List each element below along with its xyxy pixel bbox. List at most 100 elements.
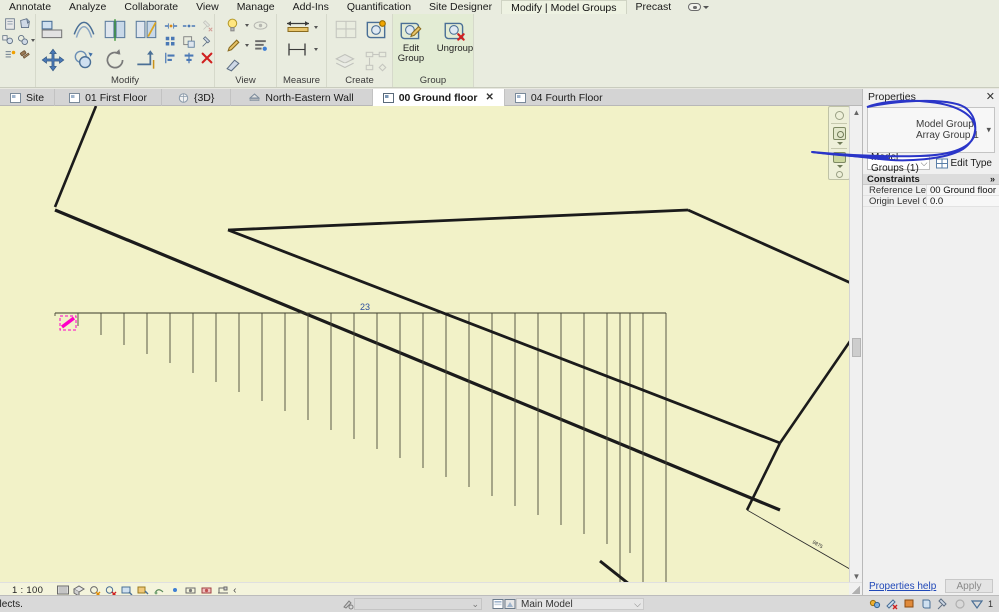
- resize-grip-icon[interactable]: [852, 586, 860, 594]
- create-group-icon[interactable]: [363, 17, 389, 43]
- split-element-icon[interactable]: [164, 19, 178, 33]
- view-tab-04-fourth-floor[interactable]: 04 Fourth Floor: [505, 89, 613, 106]
- match-type-icon[interactable]: [1, 33, 15, 47]
- steering-wheel-icon[interactable]: [835, 111, 844, 120]
- view-tab-3d[interactable]: {3D}: [162, 89, 232, 106]
- navigation-bar[interactable]: [828, 106, 850, 180]
- linework-icon[interactable]: [16, 33, 30, 47]
- ribbon-tab-annotate[interactable]: Annotate: [0, 0, 60, 14]
- visual-style-icon[interactable]: [73, 584, 86, 597]
- crop-view-icon[interactable]: [137, 585, 149, 596]
- trim-extend-icon[interactable]: [133, 47, 159, 73]
- ribbon-tab-manage[interactable]: Manage: [228, 0, 284, 14]
- create-similar-icon[interactable]: [333, 17, 359, 43]
- pan-icon[interactable]: [833, 152, 846, 163]
- ribbon-tab-modify-model-groups[interactable]: Modify | Model Groups: [501, 0, 627, 14]
- expand-chevron-icon[interactable]: ‹: [233, 585, 236, 596]
- view-tab-north-eastern-wall[interactable]: North-Eastern Wall: [231, 89, 373, 106]
- rendering-dialog-icon[interactable]: [121, 585, 133, 596]
- type-selector[interactable]: Model Group Array Group 1 ▾: [867, 107, 995, 153]
- paint-icon[interactable]: [18, 17, 32, 31]
- chevron-down-icon[interactable]: ▾: [986, 125, 991, 136]
- ribbon-tab-addins[interactable]: Add-Ins: [284, 0, 338, 14]
- scale-icon[interactable]: [182, 35, 196, 49]
- editable-only-icon[interactable]: [886, 598, 898, 610]
- move-icon[interactable]: [40, 47, 66, 73]
- drag-elements-icon[interactable]: [970, 598, 984, 610]
- sun-path-icon[interactable]: [89, 585, 101, 596]
- property-value[interactable]: 0.0: [927, 196, 999, 207]
- vertical-scroll-thumb[interactable]: [852, 338, 861, 357]
- delete-icon[interactable]: [200, 51, 214, 65]
- ribbon-tab-quantification[interactable]: Quantification: [338, 0, 420, 14]
- view-tab-01-first-floor[interactable]: 01 First Floor: [55, 89, 162, 106]
- ribbon-tab-site-designer[interactable]: Site Designer: [420, 0, 501, 14]
- show-crop-region-icon[interactable]: [153, 585, 165, 596]
- align-icon[interactable]: [40, 17, 66, 43]
- view-scale-label[interactable]: 1 : 100: [12, 585, 43, 596]
- property-section-constraints[interactable]: Constraints »: [863, 174, 999, 185]
- chevron-down-icon[interactable]: [30, 38, 35, 42]
- properties-icon[interactable]: [3, 17, 17, 31]
- apply-button[interactable]: Apply: [945, 579, 993, 593]
- rotate-icon[interactable]: [102, 47, 128, 73]
- pin-icon[interactable]: [200, 35, 214, 49]
- mirror-draw-axis-icon[interactable]: [133, 17, 159, 43]
- ungroup-button[interactable]: Ungroup: [435, 18, 475, 54]
- shadows-icon[interactable]: [105, 585, 117, 596]
- demolish-hammer-icon[interactable]: [18, 49, 32, 63]
- ribbon-tab-view[interactable]: View: [187, 0, 228, 14]
- design-options-icon[interactable]: [504, 598, 516, 610]
- model-selector[interactable]: Main Model ⌵: [516, 598, 644, 610]
- edit-group-button[interactable]: Edit Group: [391, 18, 431, 64]
- orbit-icon[interactable]: [836, 171, 843, 178]
- view-tab-00-ground-floor[interactable]: 00 Ground floor ✕: [372, 89, 505, 106]
- category-combo[interactable]: Model Groups (1) ⌵: [867, 152, 931, 174]
- property-row-origin-level-offset[interactable]: Origin Level Off... 0.0: [863, 196, 999, 207]
- chevron-down-icon[interactable]: [245, 24, 249, 27]
- temporary-hide-isolate-icon[interactable]: [185, 585, 197, 596]
- select-underlay-icon[interactable]: [920, 598, 932, 610]
- drawing-canvas[interactable]: 9875 23: [0, 106, 862, 582]
- view-filters-icon[interactable]: [252, 37, 269, 54]
- chevron-down-icon[interactable]: [314, 48, 318, 51]
- properties-help-link[interactable]: Properties help: [869, 581, 936, 592]
- array-icon[interactable]: [164, 35, 178, 49]
- unlocked-3d-view-icon[interactable]: [169, 585, 181, 596]
- ribbon-tab-analyze[interactable]: Analyze: [60, 0, 115, 14]
- offset-icon[interactable]: [71, 17, 97, 43]
- linework-pencil-icon[interactable]: [225, 37, 242, 54]
- zoom-icon[interactable]: [833, 127, 846, 140]
- filter-value-box[interactable]: ⌄: [354, 598, 482, 610]
- hide-element-icon[interactable]: [252, 17, 269, 34]
- property-value[interactable]: 00 Ground floor: [927, 185, 999, 196]
- chevron-down-icon[interactable]: [314, 26, 318, 29]
- unpin-icon[interactable]: [200, 19, 214, 33]
- chevron-down-icon[interactable]: [837, 165, 843, 168]
- align-left-icon[interactable]: [164, 51, 178, 65]
- view-tab-site[interactable]: Site: [0, 89, 56, 106]
- chevron-down-icon[interactable]: [245, 44, 249, 47]
- edit-type-button[interactable]: Edit Type: [933, 156, 995, 170]
- worksets-icon[interactable]: [492, 598, 504, 610]
- floor-plan-drawing[interactable]: 9875 23: [0, 106, 862, 582]
- fill-pattern-icon[interactable]: [3, 49, 17, 63]
- align-center-icon[interactable]: [182, 51, 196, 65]
- cut-profile-icon[interactable]: [225, 57, 242, 74]
- close-icon[interactable]: ✕: [986, 90, 995, 103]
- close-icon[interactable]: ✕: [485, 92, 493, 103]
- chevron-down-icon[interactable]: [837, 142, 843, 145]
- copy-icon[interactable]: [71, 47, 97, 73]
- exclude-options-icon[interactable]: [869, 598, 881, 610]
- property-row-reference-level[interactable]: Reference Level 00 Ground floor: [863, 185, 999, 196]
- mirror-pick-axis-icon[interactable]: [102, 17, 128, 43]
- detail-level-icon[interactable]: [57, 585, 70, 596]
- ribbon-tab-precast[interactable]: Precast: [627, 0, 681, 14]
- measure-along-element-icon[interactable]: [285, 41, 311, 58]
- select-pinned-icon[interactable]: [937, 598, 949, 610]
- canvas-vertical-scrollbar[interactable]: ▲ ▼: [849, 106, 862, 582]
- split-with-gap-icon[interactable]: [182, 19, 196, 33]
- analytical-model-icon[interactable]: [217, 585, 229, 596]
- create-group-stack-icon[interactable]: [333, 48, 359, 74]
- select-links-icon[interactable]: [903, 598, 915, 610]
